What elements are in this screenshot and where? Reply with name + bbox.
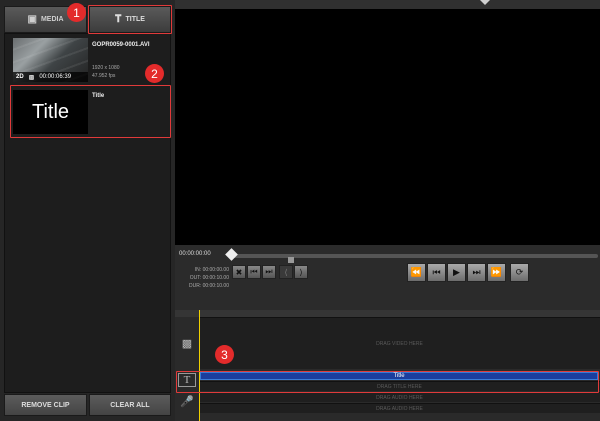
clip-item-video[interactable]: 2D ▩ 00:00:06:39 GOPR0059-0001.AVI 1920 … xyxy=(11,38,169,86)
go-to-end-button[interactable]: ⏭ xyxy=(262,265,276,279)
playhead[interactable] xyxy=(199,310,200,421)
clip-thumbnail: 2D ▩ 00:00:06:39 xyxy=(13,38,88,82)
rewind-button[interactable]: ⏪ xyxy=(407,263,426,282)
loop-icon: ⟳ xyxy=(515,267,524,277)
title-text-icon: 𝐓 xyxy=(115,14,122,25)
out-point: OUT: 00:00:10.00 xyxy=(189,275,229,281)
left-panel: ▣ MEDIA 𝐓 TITLE 2D ▩ 00:00:06:39 GOPR005… xyxy=(0,0,175,421)
thumbnail-info-bar: 2D ▩ 00:00:06:39 xyxy=(13,72,88,82)
title-clip-label: Title xyxy=(393,373,405,379)
current-timecode: 00:00:00:00 xyxy=(179,251,211,257)
step-back-button[interactable]: ⏮ xyxy=(427,263,446,282)
tab-title[interactable]: 𝐓 TITLE xyxy=(89,6,171,33)
top-strip xyxy=(175,0,600,9)
clip-name: Title xyxy=(92,93,105,99)
timeline-title-clip[interactable]: Title xyxy=(200,372,598,380)
step-back-icon: ⏮ xyxy=(432,267,441,277)
title-drop-hint: DRAG TITLE HERE xyxy=(377,383,422,390)
clip-duration: 00:00:06:39 xyxy=(39,74,72,80)
title-thumbnail-text: Title xyxy=(31,100,70,123)
audio-drop-hint: DRAG AUDIO HERE xyxy=(376,405,423,412)
skip-end-icon: ⏭ xyxy=(265,267,273,276)
tab-title-label: TITLE xyxy=(125,16,145,23)
clip-name: GOPR0059-0001.AVI xyxy=(92,42,150,48)
scrub-handle[interactable] xyxy=(225,248,238,261)
timeline: ▩ DRAG VIDEO HERE T DRAG TITLE HERE Titl… xyxy=(175,310,600,421)
callout-badge-3: 3 xyxy=(215,345,234,364)
fast-forward-button[interactable]: ⏩ xyxy=(487,263,506,282)
play-button[interactable]: ▶ xyxy=(447,263,466,282)
step-forward-button[interactable]: ⏭ xyxy=(467,263,486,282)
out-point-marker[interactable] xyxy=(288,257,294,263)
timeline-ruler[interactable] xyxy=(175,310,600,317)
set-in-point-button[interactable]: ✖ xyxy=(232,265,246,279)
callout-badge-1: 1 xyxy=(67,3,86,22)
app-window: ▣ MEDIA 𝐓 TITLE 2D ▩ 00:00:06:39 GOPR005… xyxy=(0,0,600,421)
cut-icon: ✖ xyxy=(235,267,243,277)
video-drop-hint: DRAG VIDEO HERE xyxy=(376,340,423,347)
microphone-icon: 🎤 xyxy=(180,395,194,408)
panel-notch-icon xyxy=(480,0,490,5)
camera-icon: ▩ xyxy=(181,337,193,350)
camera-icon: ▩ xyxy=(28,74,35,81)
audio-track-lane-1[interactable]: DRAG AUDIO HERE xyxy=(199,392,600,402)
remove-clip-button[interactable]: REMOVE CLIP xyxy=(4,394,87,416)
film-camera-icon: ▣ xyxy=(27,14,37,25)
clip-resolution: 1920 x 1080 xyxy=(92,65,120,71)
bracket-left-icon: ⟨ xyxy=(284,267,288,277)
skip-start-icon: ⏮ xyxy=(250,267,258,276)
rewind-icon: ⏪ xyxy=(410,267,423,277)
tab-media-label: MEDIA xyxy=(40,16,64,23)
transport-bar: 00:00:00:00 IN: 00:00:00.00 OUT: 00:00:1… xyxy=(175,245,600,310)
audio-track-lane-2[interactable]: DRAG AUDIO HERE xyxy=(199,403,600,413)
callout-badge-2: 2 xyxy=(145,64,164,83)
scrub-bar[interactable] xyxy=(231,254,598,258)
duration: DUR: 00:00:10.00 xyxy=(188,283,229,289)
mark-out-button[interactable]: ⟩ xyxy=(294,265,308,279)
clear-all-button[interactable]: CLEAR ALL xyxy=(89,394,171,416)
loop-button[interactable]: ⟳ xyxy=(510,263,529,282)
play-icon: ▶ xyxy=(453,267,460,277)
in-point: IN: 00:00:00.00 xyxy=(194,267,229,273)
video-preview xyxy=(175,9,600,245)
fast-forward-icon: ⏩ xyxy=(490,267,503,277)
text-t-icon: T xyxy=(178,373,196,387)
clip-list: 2D ▩ 00:00:06:39 GOPR0059-0001.AVI 1920 … xyxy=(4,33,171,393)
clip-mode: 2D xyxy=(16,74,24,80)
mark-in-button[interactable]: ⟨ xyxy=(279,265,293,279)
clip-fps: 47.952 fps xyxy=(92,73,116,79)
video-track-lane[interactable]: DRAG VIDEO HERE xyxy=(199,317,600,369)
go-to-start-button[interactable]: ⏮ xyxy=(247,265,261,279)
audio-drop-hint: DRAG AUDIO HERE xyxy=(376,394,423,401)
step-forward-icon: ⏭ xyxy=(472,267,481,277)
bracket-right-icon: ⟩ xyxy=(299,267,303,277)
title-thumbnail: Title xyxy=(13,90,88,134)
clip-item-title[interactable]: Title Title xyxy=(11,90,169,138)
title-track-lane[interactable]: DRAG TITLE HERE xyxy=(199,381,600,391)
